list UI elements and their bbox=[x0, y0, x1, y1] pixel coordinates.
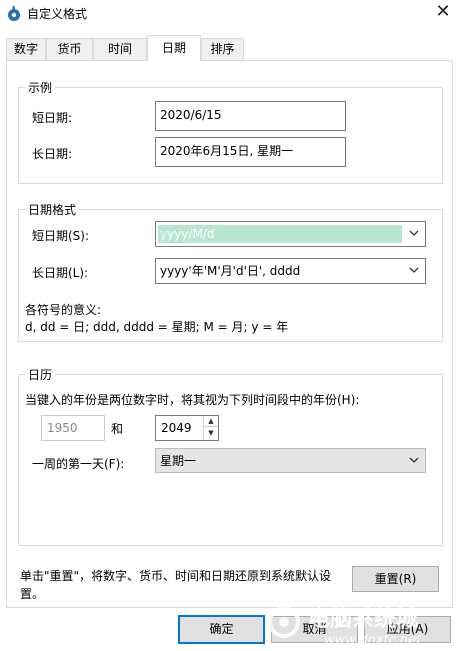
to-year-value[interactable]: 2049 bbox=[161, 421, 192, 435]
spin-up-icon[interactable]: ▲ bbox=[204, 416, 218, 427]
long-date-format-label: 长日期(L): bbox=[32, 266, 89, 280]
spin-down-icon[interactable]: ▼ bbox=[204, 428, 218, 439]
reset-note-line1: 单击"重置"，将数字、货币、时间和日期还原到系统默认设 bbox=[20, 569, 332, 583]
app-icon bbox=[8, 5, 20, 21]
window-title: 自定义格式 bbox=[27, 7, 88, 21]
chevron-down-icon bbox=[409, 457, 419, 463]
tab-time[interactable]: 时间 bbox=[93, 38, 147, 60]
and-label: 和 bbox=[111, 422, 124, 436]
first-day-of-week-label: 一周的第一天(F): bbox=[32, 457, 125, 471]
first-day-of-week-combo[interactable]: 星期一 bbox=[155, 448, 426, 473]
symbol-legend-text: d, dd = 日; ddd, dddd = 星期; M = 月; y = 年 bbox=[25, 320, 289, 334]
chevron-down-icon bbox=[409, 230, 419, 236]
short-date-format-label: 短日期(S): bbox=[32, 229, 90, 243]
close-icon: ✕ bbox=[435, 1, 451, 22]
short-date-format-value[interactable]: yyyy/M/d bbox=[158, 225, 402, 243]
short-date-format-combo[interactable]: yyyy/M/d bbox=[155, 221, 426, 247]
tab-number[interactable]: 数字 bbox=[6, 38, 46, 60]
tab-sort[interactable]: 排序 bbox=[201, 38, 244, 60]
close-button[interactable]: ✕ bbox=[427, 0, 459, 26]
symbol-legend-title: 各符号的意义: bbox=[25, 303, 102, 317]
cancel-button[interactable]: 取消 bbox=[271, 616, 358, 643]
chevron-down-icon bbox=[409, 267, 419, 273]
two-digit-year-description: 当键入的年份是两位数字时，将其视为下列时间段中的年份(H): bbox=[25, 393, 360, 407]
long-date-format-combo[interactable]: yyyy'年'M'月'd'日', dddd bbox=[155, 258, 426, 284]
long-date-format-value[interactable]: yyyy'年'M'月'd'日', dddd bbox=[158, 262, 302, 280]
example-group: 示例 短日期: 2020/6/15 长日期: 2020年6月15日, 星期一 bbox=[18, 79, 443, 184]
first-day-of-week-value[interactable]: 星期一 bbox=[158, 452, 198, 470]
tab-panel-date: 示例 短日期: 2020/6/15 长日期: 2020年6月15日, 星期一 日… bbox=[6, 60, 453, 608]
tab-currency[interactable]: 货币 bbox=[46, 38, 93, 60]
tab-date[interactable]: 日期 bbox=[147, 35, 201, 61]
reset-note-line2: 置。 bbox=[20, 587, 45, 601]
date-format-group: 日期格式 短日期(S): yyyy/M/d 长日期(L): yyyy'年'M'月… bbox=[18, 201, 443, 342]
example-short-date-value: 2020/6/15 bbox=[155, 101, 346, 131]
to-year-spinner[interactable]: 2049 ▲ ▼ bbox=[155, 415, 219, 441]
title-bar: 自定义格式 ✕ bbox=[0, 0, 459, 27]
ok-button[interactable]: 确定 bbox=[178, 615, 265, 644]
spinner-buttons: ▲ ▼ bbox=[203, 416, 218, 440]
example-group-title: 示例 bbox=[25, 79, 56, 96]
calendar-group: 日历 当键入的年份是两位数字时，将其视为下列时间段中的年份(H): 1950 和… bbox=[18, 366, 443, 546]
example-long-date-value: 2020年6月15日, 星期一 bbox=[155, 137, 346, 167]
from-year-field: 1950 bbox=[41, 415, 105, 441]
date-format-group-title: 日期格式 bbox=[25, 201, 80, 218]
example-short-date-label: 短日期: bbox=[32, 111, 73, 125]
reset-button[interactable]: 重置(R) bbox=[352, 566, 439, 592]
apply-button[interactable]: 应用(A) bbox=[364, 616, 451, 643]
calendar-group-title: 日历 bbox=[25, 366, 56, 383]
example-long-date-label: 长日期: bbox=[32, 147, 73, 161]
